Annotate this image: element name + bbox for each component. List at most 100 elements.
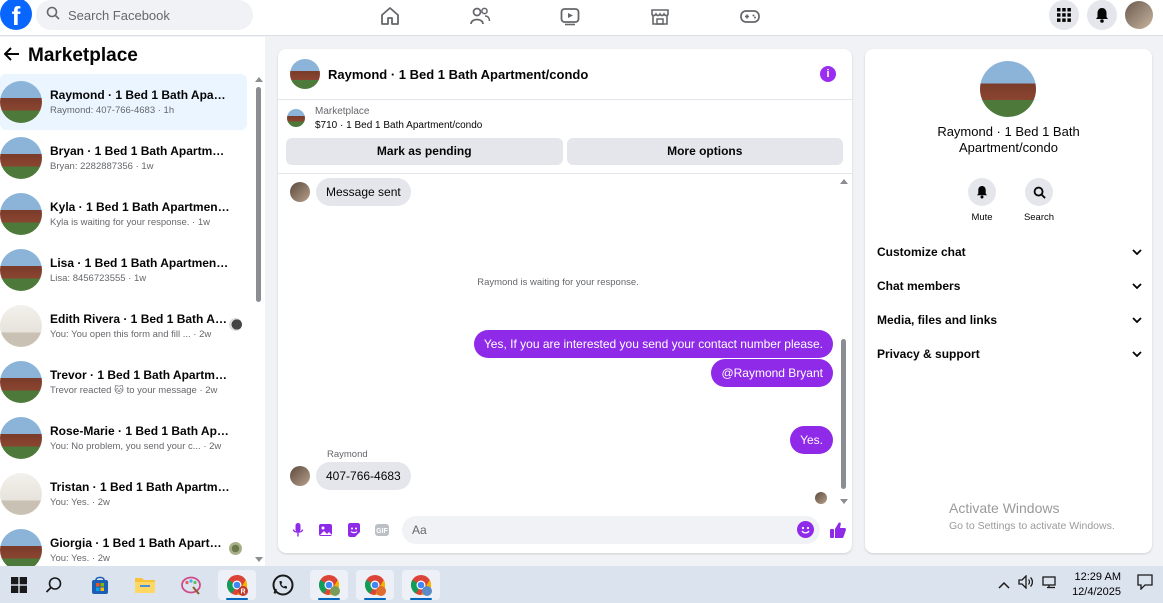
conversation-item-trevor[interactable]: Trevor · 1 Bed 1 Bath Apartment/... Trev… [0,354,250,410]
microphone-icon[interactable] [288,520,308,540]
listing-source: Marketplace [315,106,370,117]
more-options-button[interactable]: More options [566,138,843,165]
thumbs-up-icon[interactable] [828,520,848,540]
scroll-up-arrow-icon[interactable] [840,179,848,184]
account-controls [1049,0,1153,30]
active-indicator [410,598,432,600]
section-label: Chat members [877,279,961,293]
listing-summary[interactable]: Marketplace $710 · 1 Bed 1 Bath Apartmen… [287,106,482,131]
taskbar-search-icon[interactable] [35,570,73,600]
sender-avatar[interactable] [290,182,310,202]
clock[interactable]: 12:29 AM 12/4/2025 [1072,570,1121,600]
listing-price: $710 · 1 Bed 1 Bath Apartment/condo [315,120,483,131]
outgoing-mention-message[interactable]: @Raymond Bryant [711,359,833,387]
network-icon[interactable] [1042,575,1058,594]
mark-as-pending-button[interactable]: Mark as pending [286,138,563,165]
mute-button[interactable]: Mute [964,178,1000,223]
system-tray: 12:29 AM 12/4/2025 [998,566,1163,603]
conversation-item-tristan[interactable]: Tristan · 1 Bed 1 Bath Apartment... You:… [0,466,250,522]
message-bubble[interactable]: 407-766-4683 [316,462,411,490]
facebook-logo[interactable]: f [0,0,32,30]
active-indicator [226,598,248,600]
scroll-down-arrow-icon[interactable] [255,557,263,562]
chrome-profile-4-icon[interactable] [402,570,440,600]
info-icon[interactable]: i [820,66,836,82]
mute-label: Mute [971,212,993,223]
chrome-profile-3-icon[interactable] [356,570,394,600]
section-customize-chat[interactable]: Customize chat [877,235,1142,269]
conversation-name: Tristan · 1 Bed 1 Bath Apartment... [50,480,230,494]
file-explorer-icon[interactable] [126,570,164,600]
back-arrow-icon[interactable] [3,46,20,66]
chat-panel: Raymond · 1 Bed 1 Bath Apartment/condo i… [278,49,852,553]
chevron-up-icon[interactable] [998,576,1010,594]
emoji-icon[interactable] [797,521,814,538]
notifications-button[interactable] [1087,0,1117,30]
chevron-down-icon [1132,351,1142,357]
section-media-files-links[interactable]: Media, files and links [877,303,1142,337]
notification-center-icon[interactable] [1137,574,1153,595]
top-navigation-bar: f Search Facebook [0,0,1163,36]
conversation-name: Lisa · 1 Bed 1 Bath Apartment/co... [50,256,230,270]
search-placeholder: Search Facebook [68,7,170,23]
marketplace-icon[interactable] [640,4,680,28]
photo-icon[interactable] [316,520,336,540]
chrome-profile-r-icon[interactable]: R [218,570,256,600]
conversation-preview: Lisa: 8456723555 · 1w [50,273,147,284]
bell-icon [1096,8,1108,23]
whatsapp-icon[interactable] [264,570,302,600]
outgoing-message[interactable]: Yes. [790,426,833,454]
chat-scrollbar[interactable] [840,179,848,504]
store-icon[interactable] [81,570,119,600]
svg-text:R: R [240,589,245,596]
conversation-item-lisa[interactable]: Lisa · 1 Bed 1 Bath Apartment/co... Lisa… [0,242,250,298]
clock-time: 12:29 AM [1074,570,1121,583]
message-bubble[interactable]: Message sent [316,178,411,206]
friends-icon[interactable] [460,4,500,28]
chrome-profile-2-icon[interactable] [310,570,348,600]
windows-start-icon[interactable] [0,570,38,600]
menu-grid-button[interactable] [1049,0,1079,30]
active-indicator [364,598,386,600]
listing-thumbnail [0,305,42,347]
scrollbar-thumb[interactable] [841,339,846,489]
contact-avatar[interactable] [980,61,1036,117]
speaker-icon[interactable] [1018,574,1034,594]
gif-icon[interactable]: GIF [372,520,392,540]
marketplace-sidebar: Marketplace Raymond · 1 Bed 1 Bath Apart… [0,37,265,571]
conversation-item-kyla[interactable]: Kyla · 1 Bed 1 Bath Apartment/c... Kyla … [0,186,250,242]
scroll-down-arrow-icon[interactable] [840,499,848,504]
conversation-item-bryan[interactable]: Bryan · 1 Bed 1 Bath Apartment/... Bryan… [0,130,250,186]
profile-avatar[interactable] [1125,1,1153,29]
section-privacy-support[interactable]: Privacy & support [877,337,1142,371]
sender-avatar[interactable] [290,466,310,486]
sidebar-scrollbar[interactable] [255,77,263,562]
gaming-icon[interactable] [730,4,770,28]
outgoing-message[interactable]: Yes, If you are interested you send your… [473,330,833,358]
video-icon[interactable] [550,4,590,28]
conversation-item-raymond[interactable]: Raymond · 1 Bed 1 Bath Apartm... Raymond… [0,74,247,130]
search-input[interactable]: Search Facebook [36,0,253,30]
scrollbar-thumb[interactable] [256,87,261,302]
listing-thumbnail [0,529,42,571]
conversation-name: Bryan · 1 Bed 1 Bath Apartment/... [50,144,230,158]
listing-thumbnail [0,249,42,291]
info-sections: Customize chat Chat members Media, files… [877,235,1142,371]
conversation-preview: Kyla is waiting for your response. · 1w [50,217,210,228]
chat-avatar[interactable] [290,59,320,89]
sender-name: Raymond [327,449,368,460]
conversation-item-edith-rivera[interactable]: Edith Rivera · 1 Bed 1 Bath Ap... You: Y… [0,298,250,354]
sticker-icon[interactable] [344,520,364,540]
contact-name: Raymond · 1 Bed 1 Bath Apartment/condo [937,124,1080,155]
section-label: Media, files and links [877,313,998,327]
section-chat-members[interactable]: Chat members [877,269,1142,303]
scroll-up-arrow-icon[interactable] [255,77,263,82]
message-input[interactable]: Aa [402,516,820,544]
home-icon[interactable] [370,4,410,28]
conversation-item-rose-marie[interactable]: Rose-Marie · 1 Bed 1 Bath Apart... You: … [0,410,250,466]
paint-icon[interactable] [172,570,210,600]
search-conversation-button[interactable]: Search [1021,178,1057,223]
chat-title[interactable]: Raymond · 1 Bed 1 Bath Apartment/condo [328,67,588,82]
activate-windows-watermark: Activate Windows Go to Settings to activ… [949,500,1115,532]
grid-icon [1057,8,1071,22]
